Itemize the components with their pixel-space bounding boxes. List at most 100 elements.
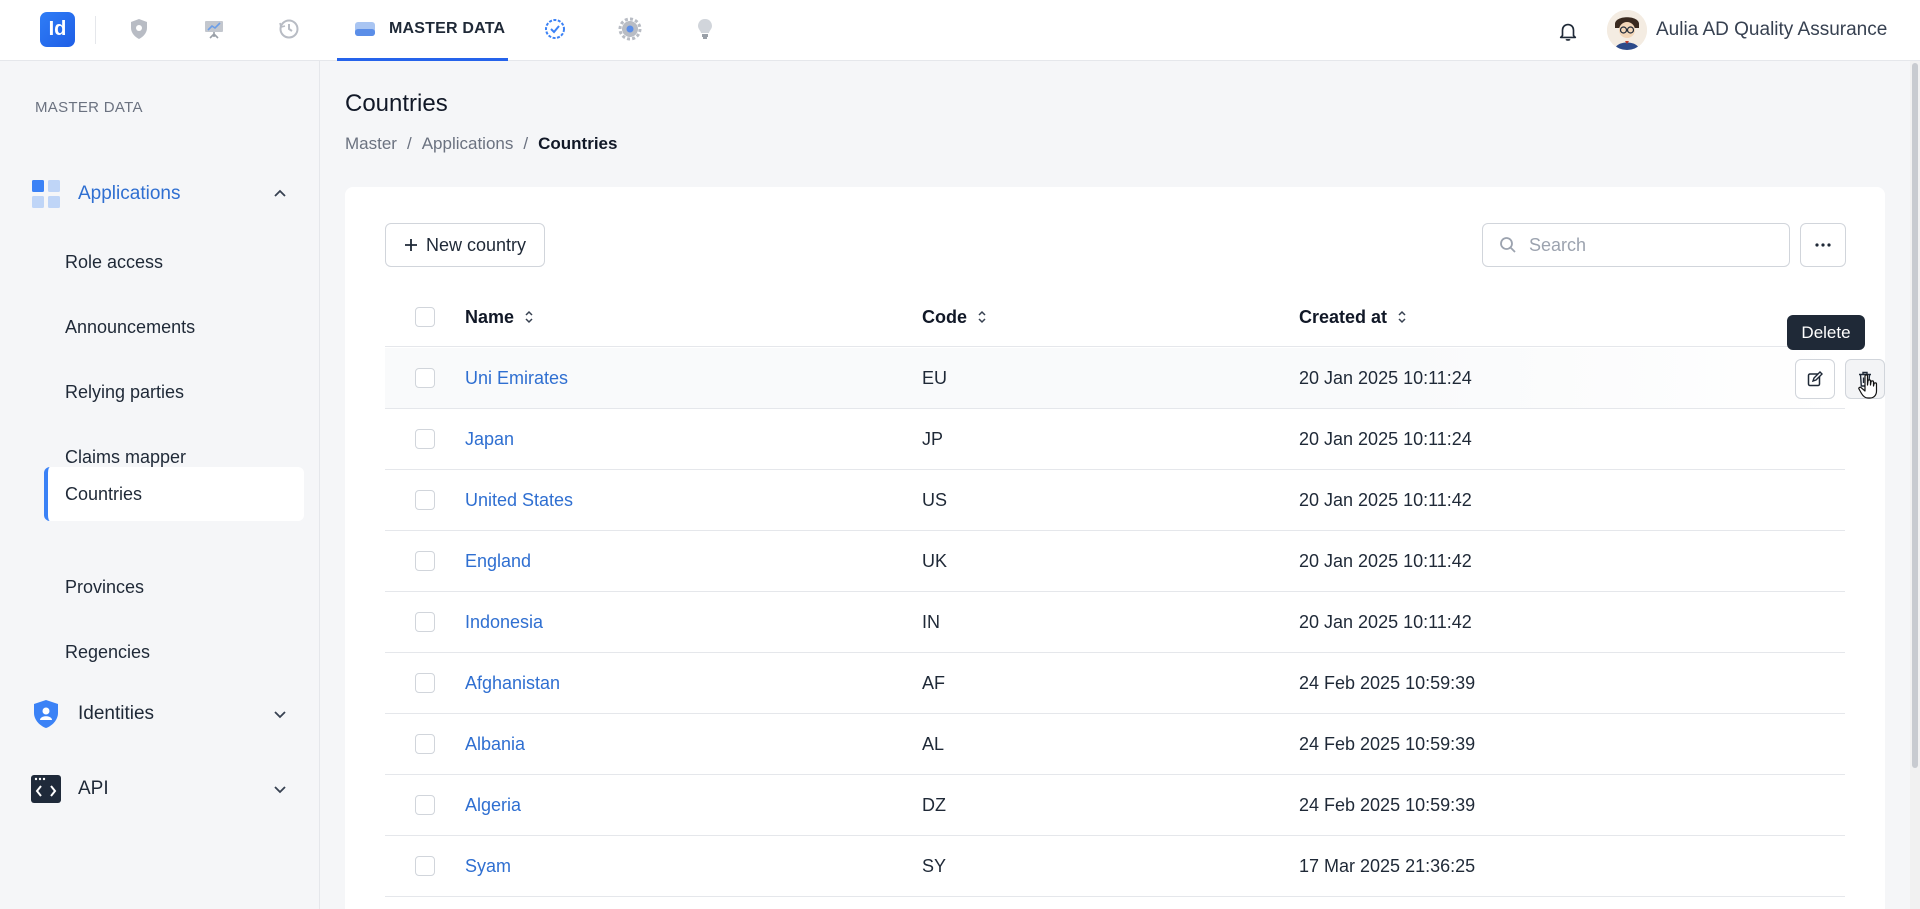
sort-icon xyxy=(978,310,986,324)
sidebar-group-identities[interactable]: Identities xyxy=(30,694,300,734)
shield-icon[interactable] xyxy=(124,14,154,44)
applications-grid-icon xyxy=(32,180,60,208)
breadcrumb-master[interactable]: Master xyxy=(345,134,397,154)
sidebar-group-label: Identities xyxy=(78,703,155,724)
column-name-label: Name xyxy=(465,306,515,327)
country-created-at: 17 Mar 2025 21:36:25 xyxy=(1299,856,1476,876)
scrollbar-thumb[interactable] xyxy=(1912,63,1918,768)
search-icon xyxy=(1500,237,1516,253)
search-input[interactable] xyxy=(1529,234,1769,256)
row-checkbox[interactable] xyxy=(415,734,435,754)
row-checkbox[interactable] xyxy=(415,490,435,510)
tab-master-data-label: MASTER DATA xyxy=(389,20,506,37)
page-scrollbar[interactable] xyxy=(1910,61,1920,909)
countries-table-card: New country Name Code Created at Uni Emi… xyxy=(345,187,1885,909)
breadcrumb-applications[interactable]: Applications xyxy=(422,134,514,154)
column-header-created-at[interactable]: Created at xyxy=(1299,287,1407,347)
table-row[interactable]: Algeria DZ 24 Feb 2025 10:59:39 xyxy=(385,775,1845,836)
table-row[interactable]: Syam SY 17 Mar 2025 21:36:25 xyxy=(385,836,1845,897)
sidebar-item-provinces[interactable]: Provinces xyxy=(44,560,304,614)
avatar[interactable] xyxy=(1607,10,1647,50)
country-code: AL xyxy=(922,734,945,754)
lightbulb-icon[interactable] xyxy=(690,14,720,44)
breadcrumb-separator: / xyxy=(523,134,529,153)
sidebar-item-regencies[interactable]: Regencies xyxy=(44,625,304,679)
country-name-link[interactable]: Uni Emirates xyxy=(465,348,568,409)
country-name-link[interactable]: Albania xyxy=(465,714,525,775)
select-all-checkbox[interactable] xyxy=(415,307,435,327)
sidebar-item-role-access[interactable]: Role access xyxy=(44,235,304,289)
page-title: Countries xyxy=(345,90,448,117)
breadcrumb-current: Countries xyxy=(538,134,618,153)
row-checkbox[interactable] xyxy=(415,429,435,449)
edit-button[interactable] xyxy=(1795,359,1835,399)
country-name-link[interactable]: Afghanistan xyxy=(465,653,560,714)
api-code-icon xyxy=(31,775,61,803)
country-created-at: 24 Feb 2025 10:59:39 xyxy=(1299,734,1476,754)
new-country-button[interactable]: New country xyxy=(385,223,545,267)
country-created-at: 20 Jan 2025 10:11:42 xyxy=(1299,490,1472,510)
history-icon[interactable] xyxy=(274,14,304,44)
new-country-label: New country xyxy=(425,234,527,255)
row-checkbox[interactable] xyxy=(415,612,435,632)
chevron-down-icon xyxy=(274,786,286,794)
country-code: JP xyxy=(922,429,944,449)
sidebar-item-announcements[interactable]: Announcements xyxy=(44,300,304,354)
sidebar-group-label: API xyxy=(78,778,109,799)
country-name-link[interactable]: Algeria xyxy=(465,775,521,836)
notification-bell-icon[interactable] xyxy=(1553,16,1583,46)
search-box[interactable] xyxy=(1482,223,1790,267)
country-name-link[interactable]: England xyxy=(465,531,531,592)
sidebar-group-applications[interactable]: Applications xyxy=(30,174,300,214)
column-created-label: Created at xyxy=(1299,306,1388,327)
country-name-link[interactable]: Japan xyxy=(465,409,514,470)
identity-shield-icon xyxy=(34,700,58,728)
row-checkbox[interactable] xyxy=(415,795,435,815)
chevron-down-icon xyxy=(274,711,286,719)
row-checkbox[interactable] xyxy=(415,368,435,388)
sidebar-item-countries[interactable]: Countries xyxy=(44,467,304,521)
country-created-at: 24 Feb 2025 10:59:39 xyxy=(1299,673,1476,693)
sidebar-group-api[interactable]: API xyxy=(30,769,300,809)
row-checkbox[interactable] xyxy=(415,551,435,571)
breadcrumb: Master / Applications / Countries xyxy=(345,134,617,154)
table-row[interactable]: England UK 20 Jan 2025 10:11:42 xyxy=(385,531,1845,592)
column-header-name[interactable]: Name xyxy=(465,287,534,347)
country-name-link[interactable]: Syam xyxy=(465,836,511,897)
more-options-button[interactable] xyxy=(1800,223,1846,267)
tab-master-data[interactable]: MASTER DATA xyxy=(337,0,508,61)
breadcrumb-separator: / xyxy=(406,134,412,153)
row-checkbox[interactable] xyxy=(415,673,435,693)
sort-icon xyxy=(1398,310,1406,324)
country-created-at: 20 Jan 2025 10:11:24 xyxy=(1299,368,1472,388)
country-code: EU xyxy=(922,368,948,388)
delete-tooltip: Delete xyxy=(1787,315,1865,350)
edit-icon xyxy=(1807,371,1823,387)
presentation-icon[interactable] xyxy=(199,14,229,44)
country-created-at: 20 Jan 2025 10:11:42 xyxy=(1299,551,1472,571)
column-code-label: Code xyxy=(922,306,967,327)
chevron-up-icon xyxy=(274,189,286,197)
pointer-cursor-icon xyxy=(1858,374,1878,399)
country-name-link[interactable]: United States xyxy=(465,470,573,531)
country-code: AF xyxy=(922,673,946,693)
database-icon xyxy=(355,22,375,36)
app-logo[interactable]: Id xyxy=(40,12,75,47)
row-checkbox[interactable] xyxy=(415,856,435,876)
table-row[interactable]: Afghanistan AF 24 Feb 2025 10:59:39 xyxy=(385,653,1845,714)
badge-check-icon[interactable] xyxy=(540,14,570,44)
country-name-link[interactable]: Indonesia xyxy=(465,592,543,653)
user-name[interactable]: Aulia AD Quality Assurance xyxy=(1656,19,1887,41)
sidebar-item-relying-parties[interactable]: Relying parties xyxy=(44,365,304,419)
gear-icon[interactable] xyxy=(615,14,645,44)
country-code: IN xyxy=(922,612,940,632)
table-row[interactable]: Albania AL 24 Feb 2025 10:59:39 xyxy=(385,714,1845,775)
table-row[interactable]: Japan JP 20 Jan 2025 10:11:24 xyxy=(385,409,1845,470)
table-row[interactable]: Indonesia IN 20 Jan 2025 10:11:42 xyxy=(385,592,1845,653)
country-code: DZ xyxy=(922,795,946,815)
column-header-code[interactable]: Code xyxy=(922,287,987,347)
table-row[interactable]: United States US 20 Jan 2025 10:11:42 xyxy=(385,470,1845,531)
sidebar-title: MASTER DATA xyxy=(35,99,143,116)
table-row[interactable]: Uni Emirates EU 20 Jan 2025 10:11:24 xyxy=(385,348,1885,409)
sidebar-group-label: Applications xyxy=(78,183,181,204)
